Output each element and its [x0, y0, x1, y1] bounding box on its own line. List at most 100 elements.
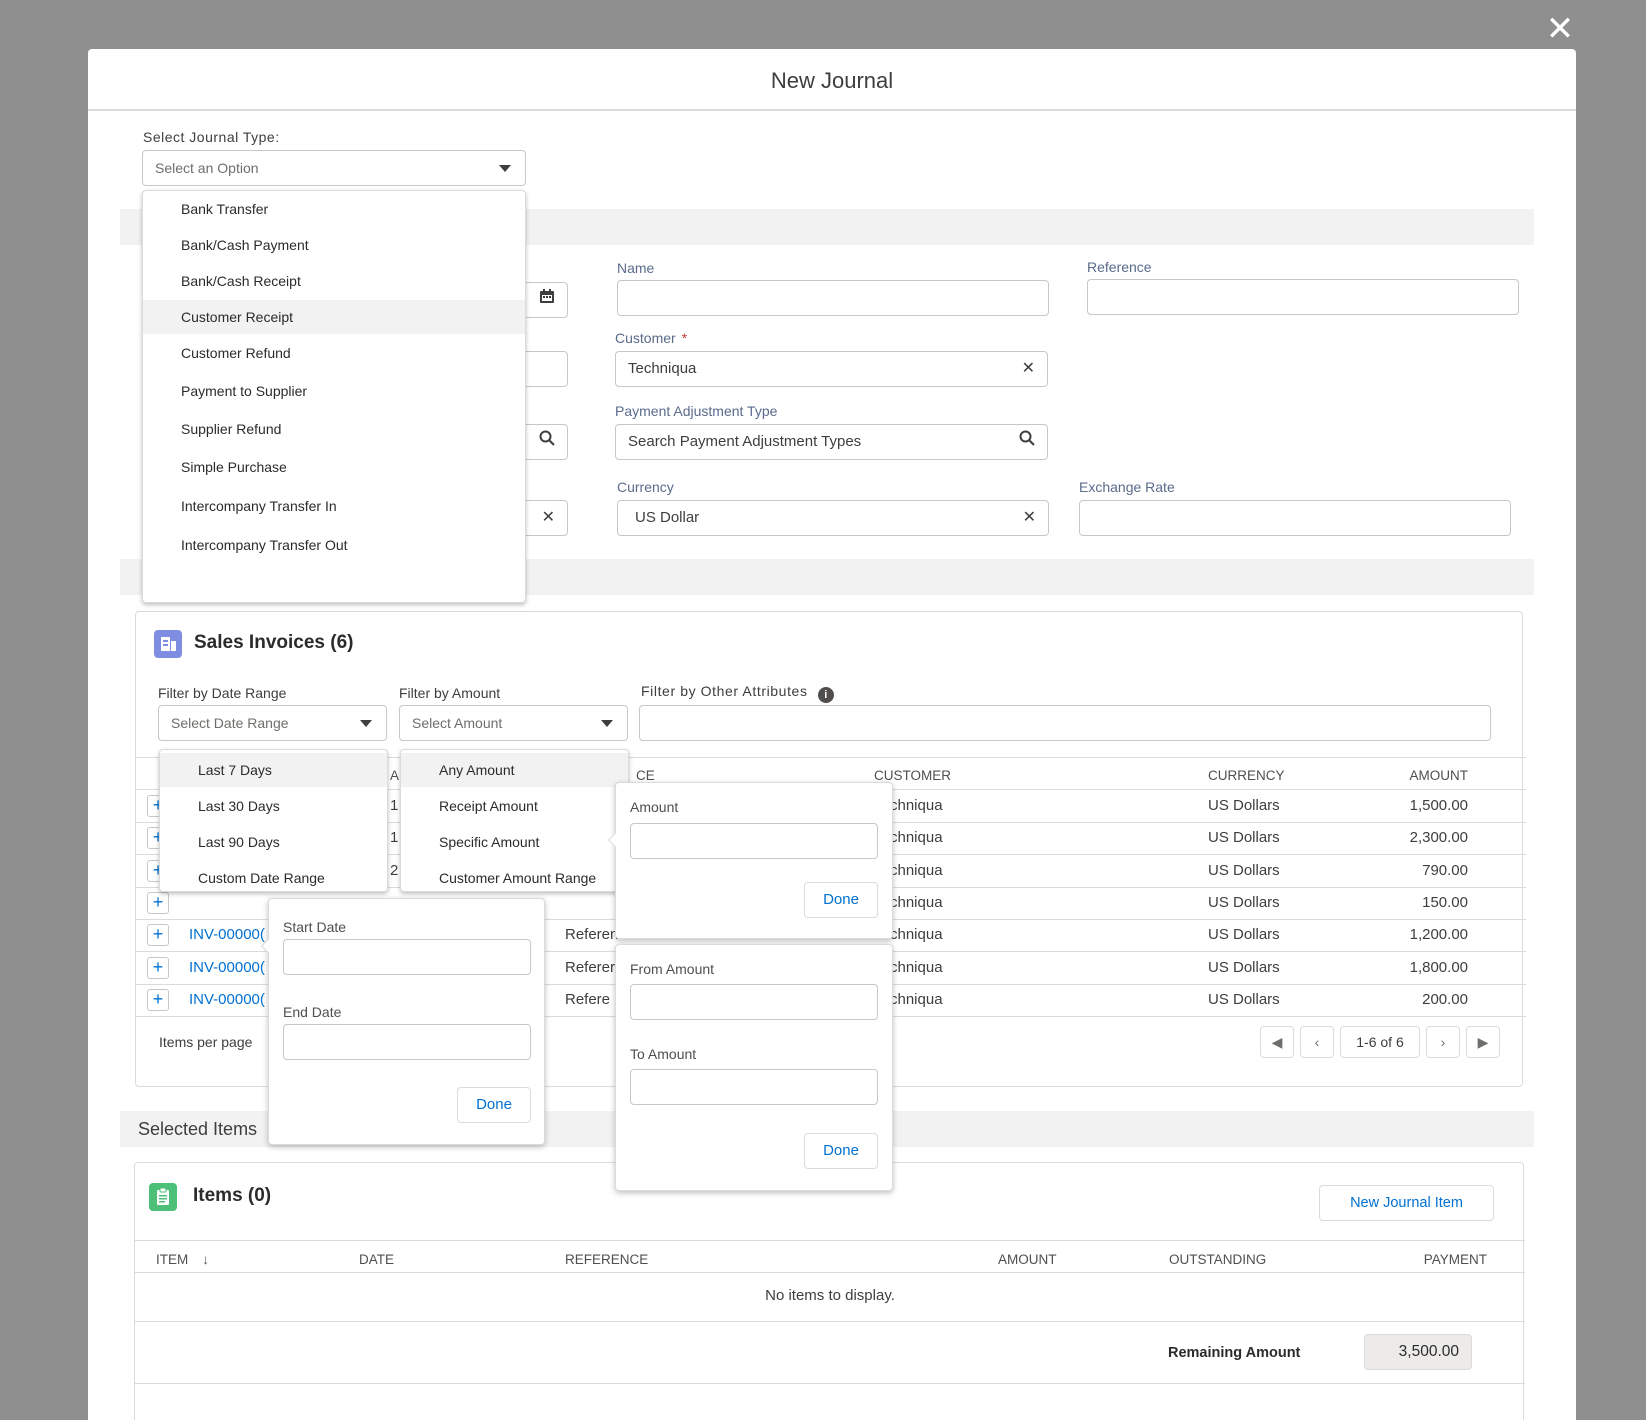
items-table-top-line — [135, 1240, 1525, 1241]
adjustment-search-input[interactable]: Search Payment Adjustment Types — [615, 424, 1048, 460]
currency-value: US Dollar — [635, 509, 700, 526]
filter-other-label-text: Filter by Other Attributes — [641, 683, 808, 699]
invoice-number-link[interactable]: INV-00000( — [189, 926, 265, 943]
reference-input[interactable] — [1087, 279, 1519, 315]
name-label: Name — [617, 260, 655, 276]
journal-type-option[interactable]: Bank/Cash Receipt — [143, 264, 525, 298]
journal-type-option[interactable]: Customer Refund — [143, 336, 525, 370]
reference-fragment: Refere — [565, 990, 611, 1008]
name-input[interactable] — [617, 280, 1049, 316]
date-range-placeholder: Select Date Range — [171, 715, 289, 731]
remaining-amount-label: Remaining Amount — [1168, 1345, 1301, 1361]
no-items-text: No items to display. — [765, 1287, 895, 1304]
journal-type-option[interactable]: Customer Receipt — [143, 300, 525, 334]
start-date-input[interactable] — [283, 939, 531, 975]
journal-type-option[interactable]: Intercompany Transfer Out — [143, 528, 525, 562]
adjustment-label: Payment Adjustment Type — [615, 403, 778, 419]
journal-type-option[interactable]: Supplier Refund — [143, 412, 525, 446]
currency-input[interactable]: US Dollar ✕ — [617, 500, 1049, 536]
date-done-button[interactable]: Done — [457, 1087, 531, 1123]
items-empty-line — [135, 1321, 1525, 1322]
search-icon — [539, 425, 555, 459]
amount-option[interactable]: Any Amount — [401, 753, 628, 787]
date-range-option[interactable]: Last 30 Days — [160, 789, 387, 823]
amount-done-button[interactable]: Done — [804, 882, 878, 918]
specific-amount-popover: Amount Done — [607, 782, 893, 939]
new-journal-item-button[interactable]: New Journal Item — [1319, 1185, 1494, 1221]
modal-title: New Journal — [88, 49, 1576, 111]
journal-type-option[interactable]: Simple Purchase — [143, 450, 525, 484]
header-customer: CUSTOMER — [874, 768, 952, 783]
range-done-button[interactable]: Done — [804, 1133, 878, 1169]
add-row-button[interactable]: + — [147, 988, 169, 1011]
date-fragment: 1 — [390, 829, 399, 847]
end-date-input[interactable] — [283, 1024, 531, 1060]
amount-input[interactable] — [630, 823, 878, 859]
date-range-option[interactable]: Last 90 Days — [160, 825, 387, 859]
date-fragment: 1 — [390, 797, 399, 814]
start-date-label: Start Date — [283, 919, 347, 935]
journal-type-option[interactable]: Intercompany Transfer In — [143, 489, 525, 523]
filter-date-label: Filter by Date Range — [158, 685, 287, 701]
date-range-dropdown: Last 7 Days Last 30 Days Last 90 Days Custo… — [159, 749, 388, 892]
amount-option[interactable]: Receipt Amount — [401, 789, 628, 823]
customer-value: Techniqua — [628, 360, 697, 377]
reference-label: Reference — [1087, 259, 1152, 275]
clear-customer-icon[interactable]: ✕ — [1022, 352, 1035, 386]
customer-input[interactable]: Techniqua ✕ — [615, 351, 1048, 387]
date-range-option[interactable]: Last 7 Days — [160, 753, 387, 787]
amount-option[interactable]: Specific Amount — [401, 825, 628, 859]
journal-type-select[interactable]: Select an Option — [142, 150, 526, 186]
add-row-button[interactable]: + — [147, 924, 169, 947]
invoice-number-link[interactable]: INV-00000( — [189, 959, 265, 976]
items-header-amount: AMOUNT — [998, 1252, 1057, 1267]
new-journal-modal: New Journal Select Journal Type: Select … — [88, 49, 1576, 1420]
customer-label: Customer * — [615, 330, 687, 346]
from-amount-input[interactable] — [630, 984, 878, 1020]
close-modal-button[interactable]: ✕ — [1543, 12, 1577, 46]
customer-cell: chniqua — [890, 797, 943, 814]
journal-type-option[interactable]: Payment to Supplier — [143, 374, 525, 408]
amount-cell: 1,500.00 — [1409, 797, 1468, 814]
to-amount-input[interactable] — [630, 1069, 878, 1105]
exchange-rate-input[interactable] — [1079, 500, 1511, 536]
exchange-rate-label: Exchange Rate — [1079, 479, 1175, 495]
customer-cell: chniqua — [890, 926, 943, 944]
first-page-button[interactable]: ◀ — [1260, 1026, 1294, 1058]
customer-cell: chniqua — [890, 829, 943, 847]
add-row-button[interactable]: + — [147, 891, 169, 914]
header-fragment-a: A — [390, 768, 400, 783]
items-card: Items (0) New Journal Item ITEM ↓ DATE RE… — [134, 1162, 1525, 1420]
currency-cell: US Dollars — [1208, 958, 1280, 976]
add-row-button[interactable]: + — [147, 956, 169, 979]
items-header-item[interactable]: ITEM ↓ — [156, 1252, 209, 1267]
prev-page-button[interactable]: ‹ — [1300, 1026, 1334, 1058]
currency-label: Currency — [617, 479, 674, 495]
amount-option[interactable]: Customer Amount Range — [401, 861, 628, 895]
invoice-number-link[interactable]: INV-00000( — [189, 991, 265, 1008]
amount-dropdown: Any Amount Receipt Amount Specific Amount C… — [400, 749, 629, 892]
next-page-button[interactable]: › — [1426, 1026, 1460, 1058]
info-icon[interactable]: i — [818, 687, 835, 703]
header-amount: AMOUNT — [1409, 768, 1469, 783]
journal-type-option[interactable]: Bank Transfer — [143, 192, 525, 226]
currency-cell: US Dollars — [1208, 829, 1280, 847]
invoice-icon — [154, 630, 182, 658]
search-icon — [1019, 425, 1035, 459]
close-icon[interactable]: ✕ — [542, 501, 555, 535]
currency-cell: US Dollars — [1208, 926, 1280, 944]
sales-invoices-title: Sales Invoices (6) — [194, 632, 354, 653]
clear-currency-icon[interactable]: ✕ — [1023, 501, 1036, 535]
journal-type-option[interactable]: Bank/Cash Payment — [143, 228, 525, 262]
last-page-button[interactable]: ▶ — [1466, 1026, 1500, 1058]
date-range-select[interactable]: Select Date Range — [158, 705, 387, 741]
amount-cell: 200.00 — [1422, 990, 1468, 1008]
filter-other-input[interactable] — [639, 705, 1491, 741]
clipboard-icon — [149, 1183, 177, 1211]
reference-fragment: Referen — [565, 926, 619, 944]
date-range-option[interactable]: Custom Date Range — [160, 861, 387, 895]
items-per-page-label: Items per page — [159, 1034, 253, 1050]
amount-select[interactable]: Select Amount — [399, 705, 628, 741]
custom-date-popover: Start Date End Date Done — [260, 898, 545, 1145]
customer-cell: chniqua — [890, 861, 943, 879]
